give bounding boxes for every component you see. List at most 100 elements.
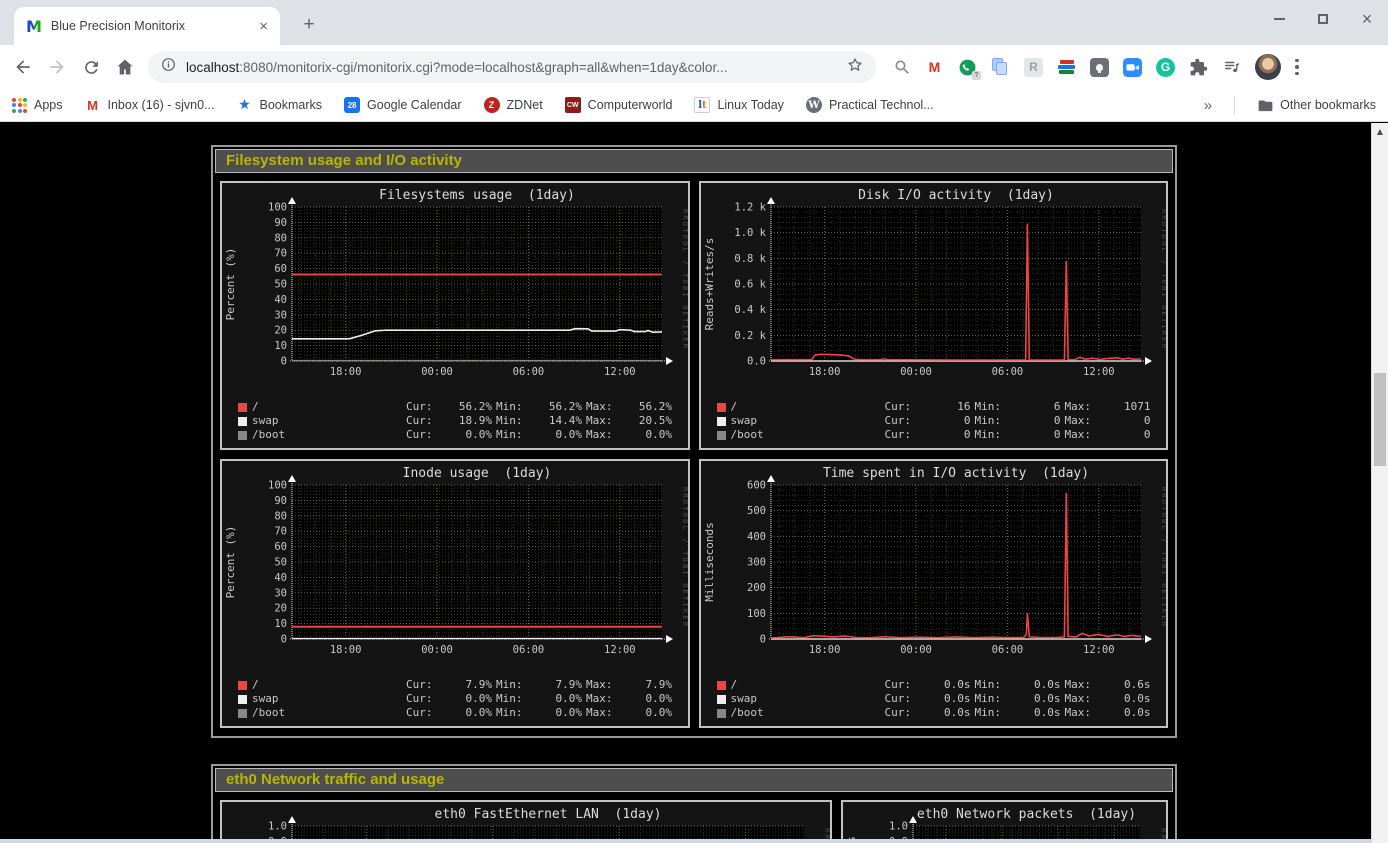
bookmark-google-calendar[interactable]: 28 Google Calendar [344, 97, 462, 113]
bookmark-linux-today[interactable]: lt Linux Today [694, 97, 784, 113]
chart-eth0-lan[interactable]: 0.00.10.20.30.40.50.60.70.80.91.018:0000… [220, 800, 832, 843]
grammarly-extension-icon[interactable]: G [1156, 58, 1175, 77]
section-title: eth0 Network traffic and usage [215, 768, 1173, 792]
legend-swatch-icon [238, 681, 247, 690]
legend-stat-label: Min: [975, 706, 1009, 720]
legend-stat-value: 6 [1013, 400, 1061, 414]
page-info-icon[interactable] [160, 56, 177, 78]
svg-text:18:00: 18:00 [808, 644, 840, 656]
search-extension-icon[interactable] [892, 58, 911, 77]
legend-stat-value: 0 [923, 428, 971, 442]
svg-text:0.8 k: 0.8 k [734, 253, 766, 265]
legend-stat-value: 7.9% [444, 678, 492, 692]
legend-series-name: /boot [731, 428, 881, 442]
monitorix-favicon-icon: M [26, 17, 42, 36]
window-minimize-button[interactable] [1272, 12, 1286, 26]
legend-stat-label: Min: [496, 692, 530, 706]
svg-text:0: 0 [759, 634, 765, 646]
wordpress-icon: W [806, 97, 822, 113]
bookmarks-overflow-chevron[interactable]: » [1204, 97, 1212, 114]
legend-stat-label: Cur: [885, 414, 919, 428]
svg-text:90: 90 [274, 217, 287, 229]
copy-pages-extension-icon[interactable] [991, 58, 1010, 77]
bookmark-computerworld[interactable]: CW Computerworld [565, 97, 673, 113]
legend-stat-value: 0 [1013, 428, 1061, 442]
browser-tab[interactable]: M Blue Precision Monitorix × [14, 7, 280, 45]
legend-stat-label: Min: [496, 706, 530, 720]
scrollbar-thumb[interactable] [1374, 373, 1386, 466]
profile-avatar[interactable] [1255, 54, 1281, 80]
legend-stat-value: 7.9% [534, 678, 582, 692]
address-bar[interactable]: localhost:8080/monitorix-cgi/monitorix.c… [148, 51, 876, 83]
chart-disk-io-activity[interactable]: 0.00.2 k0.4 k0.6 k0.8 k1.0 k1.2 k18:0000… [699, 181, 1169, 450]
legend-stat-value: 56.2% [624, 400, 672, 414]
svg-text:60: 60 [274, 263, 287, 275]
books-extension-icon[interactable] [1057, 58, 1076, 77]
chart-time-in-io[interactable]: 010020030040050060018:0000:0006:0012:00M… [699, 459, 1169, 728]
legend-series-name: / [731, 400, 881, 414]
gmail-extension-icon[interactable]: M [925, 58, 944, 77]
legend-stat-value: 0.0% [624, 706, 672, 720]
svg-text:Percent (%): Percent (%) [224, 526, 237, 599]
legend-stat-value: 0.0s [1013, 678, 1061, 692]
puzzle-extensions-icon[interactable] [1189, 58, 1208, 77]
svg-text:0.6 k: 0.6 k [734, 279, 766, 291]
bookmark-star-icon[interactable] [846, 56, 864, 79]
linux-today-icon: lt [694, 97, 710, 113]
legend-stat-value: 18.9% [444, 414, 492, 428]
legend-stat-value: 0.0s [1013, 706, 1061, 720]
reload-button[interactable] [74, 50, 108, 84]
new-tab-button[interactable]: + [296, 12, 322, 38]
svg-text:06:00: 06:00 [991, 644, 1023, 656]
legend-stat-label: Cur: [885, 400, 919, 414]
window-maximize-button[interactable] [1316, 12, 1330, 26]
playlist-extension-icon[interactable] [1222, 58, 1241, 77]
legend-stat-label: Cur: [406, 692, 440, 706]
legend-stat-label: Cur: [406, 428, 440, 442]
forward-button[interactable] [40, 50, 74, 84]
bookmark-bookmarks[interactable]: ★ Bookmarks [237, 97, 323, 113]
bookmark-practical-technology[interactable]: W Practical Technol... [806, 97, 934, 113]
legend-swatch-icon [238, 403, 247, 412]
other-bookmarks-label: Other bookmarks [1280, 98, 1376, 112]
bookmark-label: Inbox (16) - sjvn0... [108, 98, 215, 112]
chart-inode-usage[interactable]: 010203040506070809010018:0000:0006:0012:… [220, 459, 690, 728]
legend-swatch-icon [717, 681, 726, 690]
back-button[interactable] [6, 50, 40, 84]
bookmark-label: Computerworld [588, 98, 673, 112]
voice-extension-icon[interactable]: ? [958, 58, 977, 77]
vertical-scrollbar[interactable]: ▲ [1371, 123, 1388, 843]
legend-stat-value: 0 [1103, 428, 1151, 442]
tab-close-icon[interactable]: × [255, 18, 272, 35]
lamp-extension-icon[interactable] [1090, 58, 1109, 77]
home-button[interactable] [108, 50, 142, 84]
chart-filesystems-usage[interactable]: 010203040506070809010018:0000:0006:0012:… [220, 181, 690, 450]
window-close-button[interactable]: × [1360, 12, 1374, 26]
window-controls: × [1272, 8, 1374, 30]
chart-legend: /Cur:7.9%Min:7.9%Max:7.9%swapCur:0.0%Min… [222, 678, 688, 726]
browser-menu-icon[interactable] [1295, 59, 1299, 76]
chart-eth0-packets[interactable]: 0.00.10.20.30.40.50.60.70.80.91.018:0000… [841, 800, 1168, 843]
legend-stat-label: Cur: [885, 706, 919, 720]
zdnet-icon: Z [484, 97, 500, 113]
star-icon: ★ [237, 97, 253, 113]
other-bookmarks[interactable]: Other bookmarks [1257, 97, 1376, 113]
zoom-camera-extension-icon[interactable] [1123, 58, 1142, 77]
svg-text:40: 40 [274, 572, 287, 584]
scrollbar-up-arrow-icon[interactable]: ▲ [1372, 127, 1388, 136]
tab-title: Blue Precision Monitorix [51, 19, 246, 33]
url-text[interactable]: localhost:8080/monitorix-cgi/monitorix.c… [186, 60, 837, 75]
bookmarks-bar: Apps M Inbox (16) - sjvn0... ★ Bookmarks… [0, 89, 1388, 122]
svg-text:06:00: 06:00 [513, 644, 545, 656]
bookmark-label: Practical Technol... [829, 98, 934, 112]
legend-series-name: swap [731, 414, 881, 428]
bookmark-inbox[interactable]: M Inbox (16) - sjvn0... [85, 97, 215, 113]
apps-shortcut[interactable]: Apps [12, 98, 63, 113]
svg-text:30: 30 [274, 587, 287, 599]
legend-stat-label: Cur: [406, 678, 440, 692]
legend-stat-value: 20.5% [624, 414, 672, 428]
r-extension-icon[interactable]: R [1024, 58, 1043, 77]
svg-text:Percent (%): Percent (%) [224, 248, 237, 321]
bookmark-zdnet[interactable]: Z ZDNet [484, 97, 543, 113]
legend-swatch-icon [717, 417, 726, 426]
